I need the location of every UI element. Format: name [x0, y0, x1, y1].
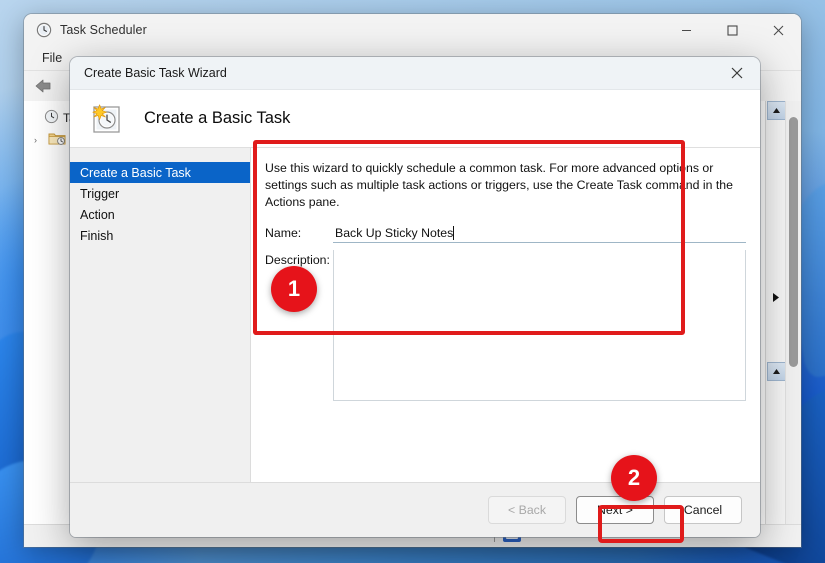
create-basic-task-icon [88, 101, 124, 137]
back-arrow-icon[interactable] [34, 77, 56, 95]
wizard-step-label: Create a Basic Task [80, 165, 191, 180]
name-field-row: Name: Back Up Sticky Notes [265, 223, 746, 243]
actions-pane-rail [765, 101, 786, 547]
wizard-header: Create a Basic Task [70, 90, 760, 148]
task-scheduler-titlebar[interactable]: Task Scheduler [24, 14, 801, 46]
wizard-step-label: Trigger [80, 186, 120, 201]
wizard-step-action[interactable]: Action [70, 204, 250, 225]
wizard-content: Create a Basic Task Trigger Action Finis… [70, 148, 760, 482]
scroll-down-arrow-icon[interactable] [767, 362, 786, 381]
wizard-step-trigger[interactable]: Trigger [70, 183, 250, 204]
wizard-step-label: Action [80, 207, 115, 222]
annotation-badge-1: 1 [271, 266, 317, 312]
close-button[interactable] [755, 14, 801, 46]
name-input[interactable]: Back Up Sticky Notes [333, 223, 746, 243]
wizard-step-label: Finish [80, 228, 114, 243]
minimize-button[interactable] [663, 14, 709, 46]
scrollbar-thumb[interactable] [789, 117, 798, 367]
back-button[interactable]: < Back [488, 496, 566, 524]
wizard-titlebar[interactable]: Create Basic Task Wizard [70, 57, 760, 90]
expand-right-arrow-icon[interactable] [770, 291, 781, 303]
wizard-title: Create Basic Task Wizard [84, 66, 227, 80]
wizard-step-finish[interactable]: Finish [70, 225, 250, 246]
description-textarea[interactable] [333, 250, 746, 401]
wizard-description-text: Use this wizard to quickly schedule a co… [265, 161, 733, 209]
clock-icon [36, 22, 52, 38]
wizard-close-button[interactable] [714, 57, 760, 89]
wizard-steps-list: Create a Basic Task Trigger Action Finis… [70, 148, 251, 482]
description-field-row: Description: [265, 250, 746, 401]
chevron-right-icon[interactable]: › [34, 135, 44, 145]
name-input-value: Back Up Sticky Notes [335, 225, 454, 240]
window-controls [663, 14, 801, 46]
wizard-page-title: Create a Basic Task [144, 109, 291, 127]
scroll-up-arrow-icon[interactable] [767, 101, 786, 120]
task-folder-icon [48, 131, 66, 149]
task-scheduler-title: Task Scheduler [60, 23, 147, 37]
vertical-scrollbar[interactable] [785, 101, 801, 547]
name-field-label: Name: [265, 226, 302, 240]
annotation-badge-2: 2 [611, 455, 657, 501]
next-button[interactable]: Next > [576, 496, 654, 524]
wizard-step-create-a-basic-task[interactable]: Create a Basic Task [70, 162, 250, 183]
text-cursor [453, 225, 455, 240]
clock-icon [44, 109, 59, 127]
wizard-footer: < Back Next > Cancel [70, 482, 760, 537]
create-basic-task-wizard-dialog: Create Basic Task Wizard Create a Basic … [70, 57, 760, 537]
menu-item-file[interactable]: File [36, 50, 68, 66]
wizard-form-pane: Use this wizard to quickly schedule a co… [251, 148, 760, 482]
maximize-button[interactable] [709, 14, 755, 46]
cancel-button[interactable]: Cancel [664, 496, 742, 524]
